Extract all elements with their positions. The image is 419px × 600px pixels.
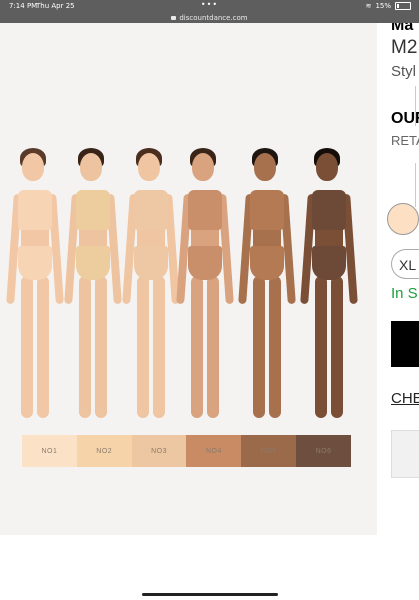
model-figure xyxy=(238,118,296,428)
our-price-label: OUR xyxy=(391,110,419,127)
size-option-xl[interactable]: XL xyxy=(391,249,419,279)
model-leg-l xyxy=(79,276,91,418)
tab-menu-dots[interactable]: ••• xyxy=(0,0,419,9)
divider xyxy=(415,163,416,207)
product-details-panel: Ma M2 Styl OUR RETA XL In S CHE xyxy=(377,23,419,600)
model-figure xyxy=(122,118,180,428)
add-to-cart-button[interactable] xyxy=(391,321,419,367)
selected-color-swatch[interactable] xyxy=(387,203,419,235)
model-brief xyxy=(134,246,168,280)
color-swatch-no3: NO3 xyxy=(131,435,187,467)
retail-price-label: RETA xyxy=(391,133,419,148)
model-leg-l xyxy=(137,276,149,418)
lock-icon xyxy=(171,16,177,20)
model-figure xyxy=(6,118,64,428)
product-style: Styl xyxy=(391,63,417,80)
model-head xyxy=(138,153,160,181)
color-swatch-strip: NO1 NO2 NO3 NO4 NO5 NO6 xyxy=(22,435,351,467)
model-brief xyxy=(188,246,222,280)
home-indicator[interactable] xyxy=(142,593,278,596)
color-swatch-no6: NO6 xyxy=(296,435,351,467)
model-figure xyxy=(176,118,234,428)
model-brief xyxy=(76,246,110,280)
model-top xyxy=(312,190,346,230)
url-label: discountdance.com xyxy=(179,14,248,22)
color-swatch-no5: NO5 xyxy=(241,435,297,467)
model-head xyxy=(22,153,44,181)
model-top xyxy=(250,190,284,230)
model-brief xyxy=(312,246,346,280)
model-leg-r xyxy=(269,276,281,418)
model-brief xyxy=(250,246,284,280)
model-leg-r xyxy=(207,276,219,418)
stock-status: In S xyxy=(391,285,418,302)
secondary-button[interactable] xyxy=(391,430,419,478)
model-head xyxy=(192,153,214,181)
product-code: M2 xyxy=(391,37,418,58)
address-bar[interactable]: ••• discountdance.com xyxy=(0,0,419,23)
color-swatch-no2: NO2 xyxy=(76,435,132,467)
model-leg-r xyxy=(331,276,343,418)
model-figure xyxy=(64,118,122,428)
model-leg-l xyxy=(21,276,33,418)
model-leg-r xyxy=(153,276,165,418)
model-head xyxy=(254,153,276,181)
color-swatch-no4: NO4 xyxy=(186,435,242,467)
model-leg-l xyxy=(315,276,327,418)
model-leg-r xyxy=(95,276,107,418)
model-top xyxy=(134,190,168,230)
color-swatch-no1: NO1 xyxy=(22,435,77,467)
product-title: Ma xyxy=(391,23,414,34)
model-figure xyxy=(300,118,358,428)
model-leg-l xyxy=(191,276,203,418)
model-head xyxy=(316,153,338,181)
model-leg-r xyxy=(37,276,49,418)
check-link[interactable]: CHE xyxy=(391,390,419,407)
models-group xyxy=(6,118,360,428)
model-top xyxy=(18,190,52,230)
model-leg-l xyxy=(253,276,265,418)
product-image[interactable]: NO1 NO2 NO3 NO4 NO5 NO6 xyxy=(0,23,377,535)
model-top xyxy=(76,190,110,230)
model-top xyxy=(188,190,222,230)
model-brief xyxy=(18,246,52,280)
url-text[interactable]: discountdance.com xyxy=(0,14,419,22)
model-head xyxy=(80,153,102,181)
